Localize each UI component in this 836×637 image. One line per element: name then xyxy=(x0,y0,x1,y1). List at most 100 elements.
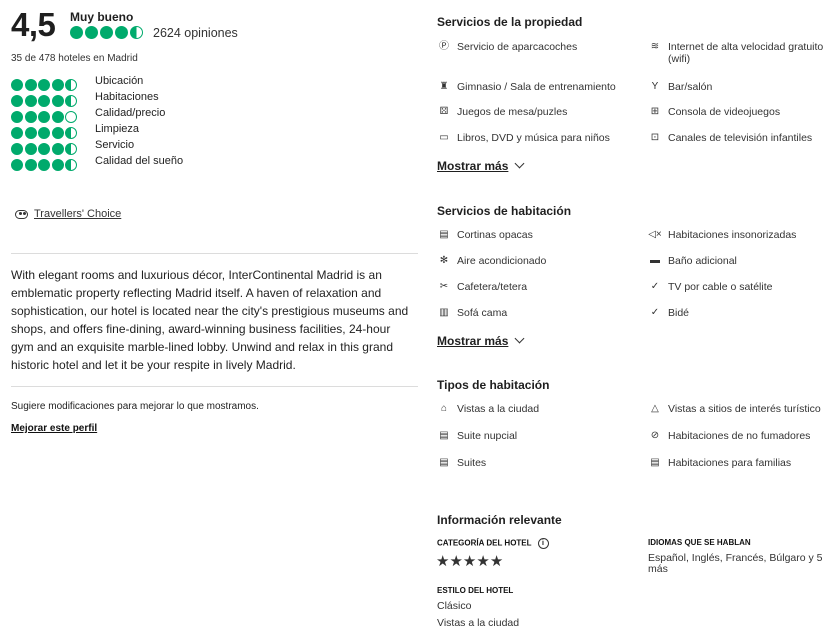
show-more-property-button[interactable]: Mostrar más xyxy=(437,158,525,173)
subrating-label: Limpieza xyxy=(95,123,140,135)
rating-bubble xyxy=(51,142,64,155)
info-icon[interactable]: i xyxy=(537,538,549,549)
wifi-icon: ≋ xyxy=(650,41,660,52)
rating-bubble xyxy=(38,142,50,155)
chevron-down-icon xyxy=(514,158,525,169)
cocktail-icon: Y xyxy=(651,81,659,92)
rating-bubbles xyxy=(70,26,145,40)
rating-bubble xyxy=(51,78,64,91)
star-icon: ★ xyxy=(476,553,490,570)
rating-bubble xyxy=(11,142,23,155)
property-amenities-title: Servicios de la propiedad xyxy=(437,15,583,29)
hotel-style-label: ESTILO DEL HOTEL xyxy=(437,586,514,595)
room-features-title: Servicios de habitación xyxy=(437,204,572,218)
rating-bubble xyxy=(130,26,143,40)
rating-bubble xyxy=(65,78,77,91)
amenity-item: ▤ Suite nupcial xyxy=(437,430,637,444)
no-smoking-icon: ⊘ xyxy=(650,430,660,441)
amenity-item: ✓ TV por cable o satélite xyxy=(648,281,836,295)
amenity-item: ◁× Habitaciones insonorizadas xyxy=(648,229,797,241)
amenity-item: Y Bar/salón xyxy=(648,81,836,95)
hotel-style-value: Vistas a la ciudad xyxy=(437,617,520,629)
rating-bubble xyxy=(115,26,128,40)
amenity-item: ✂ Cafetera/tetera xyxy=(437,281,637,295)
amenity-item: ▬ Baño adicional xyxy=(650,255,737,267)
snowflake-icon: ✻ xyxy=(439,255,449,266)
coffee-icon: ✂ xyxy=(439,281,449,292)
rating-bubble xyxy=(70,26,83,40)
star-icon: ★ xyxy=(449,553,463,570)
chevron-down-icon xyxy=(514,333,525,344)
gym-icon: ♜ xyxy=(439,81,449,92)
rating-bubble xyxy=(11,158,23,171)
amenity-item: ⊘ Habitaciones de no fumadores xyxy=(648,430,836,444)
suggest-text: Sugiere modificaciones para mejorar lo q… xyxy=(11,401,259,412)
check-icon: ✓ xyxy=(650,281,660,292)
subrating-label: Habitaciones xyxy=(95,91,159,103)
amenity-item: ▤ Habitaciones para familias xyxy=(648,457,836,471)
bed-icon: ▤ xyxy=(439,457,449,468)
amenity-item: ✓ Bidé xyxy=(648,307,836,321)
languages-label: IDIOMAS QUE SE HABLAN xyxy=(648,538,751,547)
subrating-label: Ubicación xyxy=(95,75,144,87)
rating-bubble xyxy=(38,94,50,107)
amenity-item: ▤ Suites xyxy=(437,457,637,471)
hotel-category-stars: ★★★★★ xyxy=(436,552,503,570)
overall-rating: 4,5 xyxy=(11,6,56,43)
rating-bubble xyxy=(51,94,64,107)
bed-icon: ▤ xyxy=(439,430,449,441)
rating-bubble xyxy=(24,126,37,139)
rating-bubble xyxy=(38,126,50,139)
divider xyxy=(11,253,418,254)
rating-bubble xyxy=(11,94,23,107)
rating-bubble xyxy=(65,142,77,155)
subrating-label: Calidad/precio xyxy=(95,107,166,119)
bed-icon: ▤ xyxy=(650,457,660,468)
languages-value: Español, Inglés, Francés, Búlgaro y 5 má… xyxy=(648,552,823,575)
rating-bubble xyxy=(51,126,64,139)
hotel-rank: 35 de 478 hoteles en Madrid xyxy=(11,53,138,64)
dice-icon: ⚄ xyxy=(439,106,449,117)
travellers-choice-link[interactable]: Travellers' Choice xyxy=(34,208,121,220)
parking-icon: Ⓟ xyxy=(439,41,449,52)
blinds-icon: ▤ xyxy=(439,229,449,240)
hotel-description: With elegant rooms and luxurious décor, … xyxy=(11,268,409,372)
amenity-item: ✻ Aire acondicionado xyxy=(437,255,637,269)
rating-bubble xyxy=(100,26,113,40)
subrating-bubbles xyxy=(11,156,79,174)
improve-profile-link[interactable]: Mejorar este perfil xyxy=(11,423,97,434)
book-icon: ▭ xyxy=(439,132,449,143)
tv-icon: ⊡ xyxy=(650,132,660,143)
rating-word: Muy bueno xyxy=(70,10,134,24)
amenity-item: ▤ Cortinas opacas xyxy=(437,229,637,243)
show-more-room-button[interactable]: Mostrar más xyxy=(437,333,525,348)
rating-bubble xyxy=(11,110,23,123)
sofa-bed-icon: ▥ xyxy=(439,307,449,318)
amenity-item: ⚄ Juegos de mesa/puzles xyxy=(437,106,637,120)
check-icon: ✓ xyxy=(650,307,660,318)
star-icon: ★ xyxy=(462,553,477,570)
rating-bubble xyxy=(24,94,37,107)
rating-bubble xyxy=(38,78,50,91)
star-icon: ★ xyxy=(489,553,504,570)
divider xyxy=(11,386,418,387)
landmark-icon: △ xyxy=(651,403,659,414)
owl-icon xyxy=(15,209,28,219)
gamepad-icon: ⊞ xyxy=(650,106,660,117)
rating-bubble xyxy=(24,110,37,123)
amenity-item: ⊞ Consola de videojuegos xyxy=(648,106,836,120)
subrating-label: Calidad del sueño xyxy=(95,155,184,167)
hotel-style-value: Clásico xyxy=(437,600,472,612)
review-count[interactable]: 2624 opiniones xyxy=(153,26,238,40)
amenity-item: △ Vistas a sitios de interés turístico xyxy=(648,403,836,417)
subrating-label: Servicio xyxy=(95,139,135,151)
rating-bubble xyxy=(65,158,77,171)
amenity-item: ≋ Internet de alta velocidad gratuito (wi… xyxy=(648,41,836,67)
travellers-choice-award: Travellers' Choice xyxy=(15,208,121,220)
amenity-item: ♜ Gimnasio / Sala de entrenamiento xyxy=(437,81,637,95)
city-icon: ⌂ xyxy=(440,403,448,414)
amenity-item: ▭ Libros, DVD y música para niños xyxy=(437,132,637,146)
amenity-item: ⊡ Canales de televisión infantiles xyxy=(648,132,836,146)
rating-bubble xyxy=(24,78,37,91)
hotel-category-label: CATEGORÍA DEL HOTEL i xyxy=(437,538,549,549)
